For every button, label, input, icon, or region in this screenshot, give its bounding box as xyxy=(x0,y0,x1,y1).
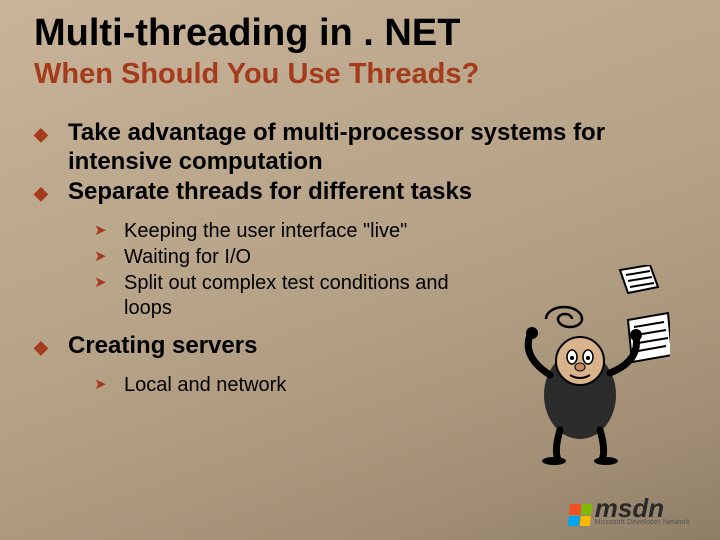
chevron-icon: ➤ xyxy=(94,245,124,267)
slide-title: Multi-threading in . NET xyxy=(0,14,720,54)
bullet-text: Take advantage of multi-processor system… xyxy=(68,119,690,177)
bullet-level1: ◆ Separate threads for different tasks xyxy=(34,178,690,207)
logo-brand-text: msdn xyxy=(595,498,690,519)
bullet-text: Separate threads for different tasks xyxy=(68,178,690,207)
diamond-icon: ◆ xyxy=(34,119,68,146)
slide: Multi-threading in . NET When Should You… xyxy=(0,0,720,540)
slide-subtitle: When Should You Use Threads? xyxy=(0,58,720,91)
bullet-text: Keeping the user interface "live" xyxy=(124,219,494,244)
msdn-logo: msdn Microsoft Developer Network xyxy=(569,498,690,526)
bullet-level2: ➤ Keeping the user interface "live" xyxy=(94,219,690,244)
diamond-icon: ◆ xyxy=(34,178,68,205)
clipart-confused-figure-icon xyxy=(510,265,670,465)
bullet-level1: ◆ Take advantage of multi-processor syst… xyxy=(34,119,690,177)
microsoft-flag-icon xyxy=(568,504,592,526)
bullet-text: Local and network xyxy=(124,373,494,398)
chevron-icon: ➤ xyxy=(94,373,124,395)
chevron-icon: ➤ xyxy=(94,271,124,293)
logo-tagline: Microsoft Developer Network xyxy=(595,519,690,526)
chevron-icon: ➤ xyxy=(94,219,124,241)
diamond-icon: ◆ xyxy=(34,332,68,359)
bullet-text: Waiting for I/O xyxy=(124,245,494,270)
bullet-text: Split out complex test conditions and lo… xyxy=(124,271,494,321)
